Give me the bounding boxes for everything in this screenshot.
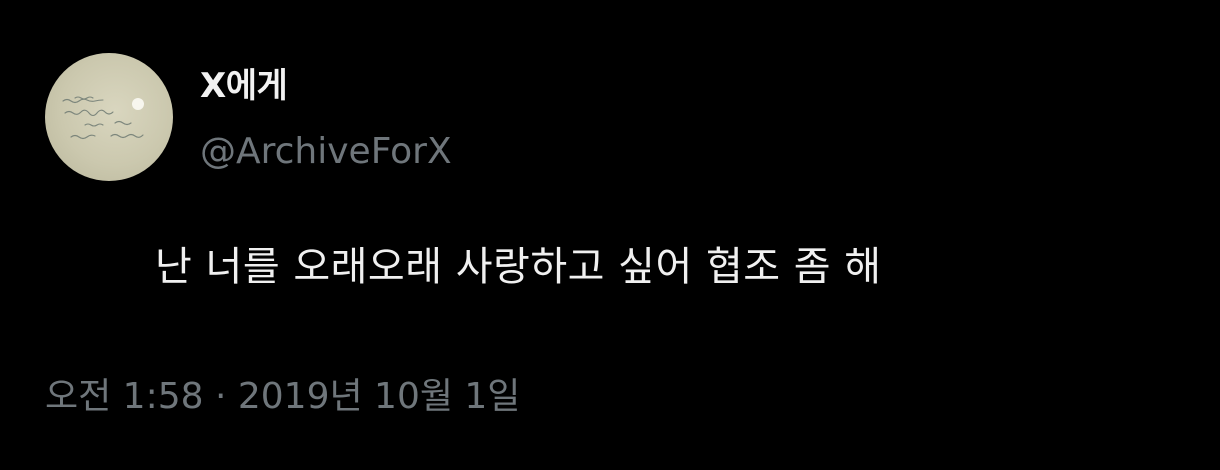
tweet-text: 난 너를 오래오래 사랑하고 싶어 협조 좀 해: [155, 244, 882, 290]
handwritten-note-icon: [62, 96, 144, 140]
display-name[interactable]: X에게: [200, 62, 288, 110]
avatar[interactable]: [45, 53, 173, 181]
light-spot: [132, 98, 144, 110]
tweet-card: X에게 @ArchiveForX 난 너를 오래오래 사랑하고 싶어 협조 좀 …: [0, 0, 1220, 470]
user-handle[interactable]: @ArchiveForX: [200, 128, 452, 176]
tweet-timestamp[interactable]: 오전 1:58 · 2019년 10월 1일: [45, 373, 520, 421]
